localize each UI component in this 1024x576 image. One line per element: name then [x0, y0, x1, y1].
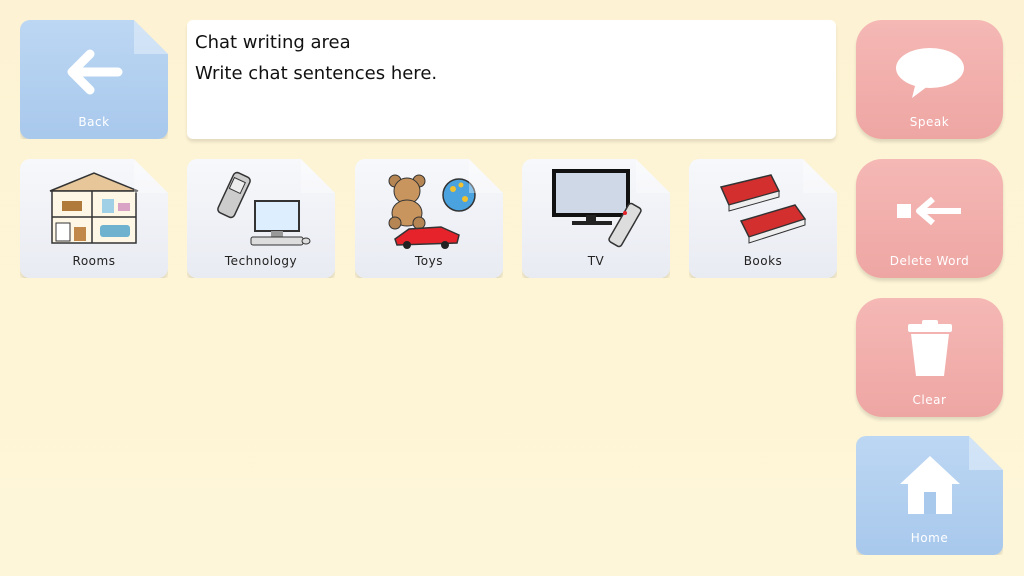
chat-text: Write chat sentences here. [195, 63, 438, 84]
books-icon [715, 173, 811, 245]
category-toys-label: Toys [415, 254, 443, 268]
category-toys[interactable]: Toys [355, 159, 503, 278]
category-books-label: Books [743, 254, 783, 268]
clear-button-label: Clear [912, 393, 947, 407]
speak-button-label: Speak [909, 115, 950, 129]
home-button-label: Home [910, 531, 949, 545]
chat-title: Chat writing area [195, 32, 351, 53]
category-technology-label: Technology [224, 254, 298, 268]
home-icon [898, 454, 962, 516]
home-button[interactable]: Home [856, 436, 1003, 555]
delete-word-button-label: Delete Word [889, 254, 970, 268]
delete-word-button[interactable]: Delete Word [856, 159, 1003, 278]
category-tv-label: TV [587, 254, 605, 268]
house-rooms-icon [48, 171, 140, 245]
computer-phone-icon [211, 169, 311, 247]
category-books[interactable]: Books [689, 159, 837, 278]
backspace-icon [896, 197, 961, 225]
back-button-label: Back [78, 115, 110, 129]
toys-icon [381, 169, 477, 249]
chat-writing-area[interactable]: Chat writing area Write chat sentences h… [187, 20, 836, 139]
clear-button[interactable]: Clear [856, 298, 1003, 417]
category-rooms[interactable]: Rooms [20, 159, 168, 278]
arrow-left-icon [64, 48, 124, 96]
category-tv[interactable]: TV [522, 159, 670, 278]
trash-icon [907, 320, 952, 376]
category-technology[interactable]: Technology [187, 159, 335, 278]
television-icon [548, 169, 644, 249]
back-button[interactable]: Back [20, 20, 168, 139]
category-rooms-label: Rooms [72, 254, 116, 268]
speak-button[interactable]: Speak [856, 20, 1003, 139]
speech-bubble-icon [895, 48, 964, 98]
